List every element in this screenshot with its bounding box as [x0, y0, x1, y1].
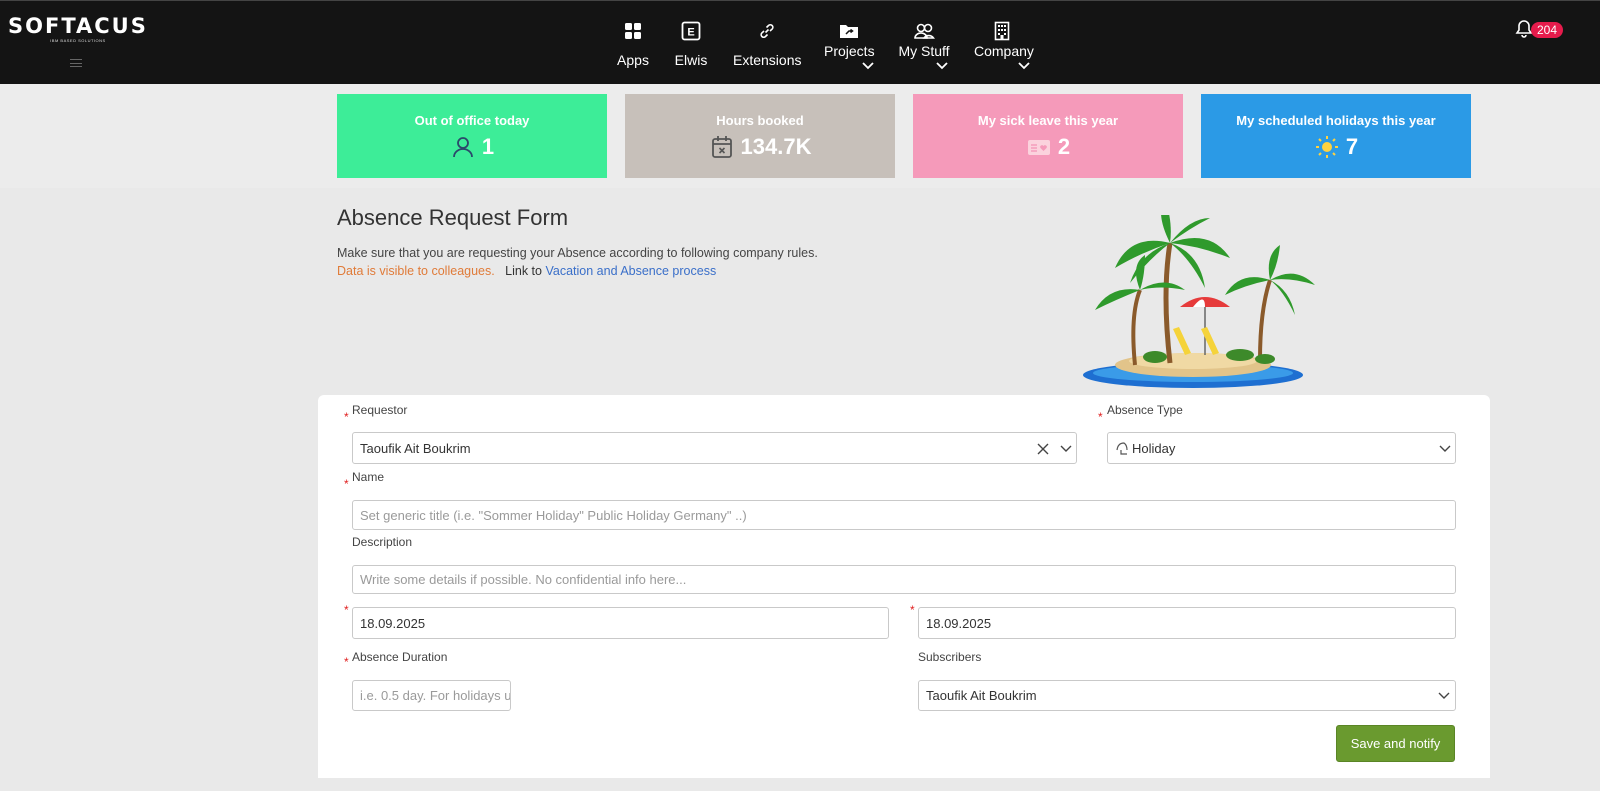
- nav-my-stuff[interactable]: My Stuff: [898, 1, 950, 85]
- absence-duration-label: Absence Duration: [352, 650, 448, 664]
- stat-value: 7: [1345, 134, 1359, 159]
- stat-card-sick-leave[interactable]: My sick leave this year 2: [913, 94, 1183, 178]
- requestor-label: Requestor: [352, 403, 408, 417]
- hamburger-menu-icon[interactable]: [70, 59, 82, 67]
- absence-type-label: Absence Type: [1107, 403, 1183, 417]
- requestor-select[interactable]: Taoufik Ait Boukrim: [352, 432, 1077, 464]
- nav-projects[interactable]: Projects: [824, 1, 875, 85]
- users-icon: [913, 20, 935, 42]
- vacation-process-link[interactable]: Vacation and Absence process: [545, 264, 716, 278]
- nav-company[interactable]: Company: [974, 1, 1034, 85]
- chevron-down-icon: [936, 62, 948, 70]
- name-label: Name: [352, 470, 385, 484]
- logo-tagline: IBM BASED SOLUTIONS: [50, 38, 106, 43]
- nav-label: My Stuff: [898, 43, 950, 59]
- name-input[interactable]: Set generic title (i.e. "Sommer Holiday"…: [352, 500, 1456, 530]
- clear-icon[interactable]: [1036, 442, 1050, 456]
- chevron-down-icon[interactable]: [1059, 442, 1073, 456]
- tropical-island-illustration: [1083, 215, 1315, 388]
- absence-type-value: Holiday: [1132, 440, 1176, 456]
- required-marker: *: [910, 603, 915, 617]
- chevron-down-icon: [1018, 62, 1030, 70]
- building-icon: [991, 20, 1013, 42]
- stat-card-hours-booked[interactable]: Hours booked 134.7K: [625, 94, 895, 178]
- description-input[interactable]: Write some details if possible. No confi…: [352, 565, 1456, 594]
- folder-icon: [838, 20, 860, 42]
- page-title: Absence Request Form: [337, 205, 569, 230]
- visibility-note: Data is visible to colleagues.: [337, 264, 495, 278]
- end-date-input[interactable]: 18.09.2025: [918, 607, 1456, 639]
- stat-value: 134.7K: [740, 134, 812, 159]
- sun-icon: [1314, 134, 1340, 160]
- notification-count-badge[interactable]: 204: [1531, 22, 1564, 38]
- start-date-input[interactable]: 18.09.2025: [352, 607, 889, 639]
- form-notes: Data is visible to colleagues. Link to V…: [337, 264, 716, 278]
- required-marker: *: [344, 410, 349, 424]
- sick-note-icon: [1026, 134, 1052, 160]
- subscribers-value: Taoufik Ait Boukrim: [926, 688, 1037, 703]
- subscribers-label: Subscribers: [918, 650, 982, 664]
- stat-title: Hours booked: [716, 113, 804, 128]
- form-description: Make sure that you are requesting your A…: [337, 246, 818, 260]
- link-prefix: Link to: [505, 264, 542, 278]
- nav-apps[interactable]: Apps: [612, 1, 654, 85]
- save-and-notify-button[interactable]: Save and notify: [1336, 725, 1455, 762]
- required-marker: *: [344, 655, 349, 669]
- person-icon: [450, 134, 476, 160]
- stat-value: 1: [481, 134, 495, 159]
- required-marker: *: [344, 477, 349, 491]
- required-marker: *: [344, 603, 349, 617]
- calendar-x-icon: [709, 134, 735, 160]
- nav-extensions[interactable]: Extensions: [733, 1, 801, 85]
- absence-type-select[interactable]: Holiday: [1107, 432, 1456, 464]
- link-icon: [756, 20, 778, 42]
- description-label: Description: [352, 535, 413, 549]
- softacus-logo[interactable]: SOFTACUS IBM BASED SOLUTIONS: [8, 15, 148, 43]
- logo-text: SOFTACUS: [8, 14, 148, 38]
- chevron-down-icon[interactable]: [1438, 442, 1452, 456]
- svg-text:E: E: [687, 27, 694, 39]
- nav-label: Company: [974, 43, 1034, 59]
- stat-card-scheduled-holidays[interactable]: My scheduled holidays this year 7: [1201, 94, 1471, 178]
- requestor-value: Taoufik Ait Boukrim: [360, 440, 471, 456]
- chevron-down-icon: [862, 62, 874, 70]
- stat-title: My sick leave this year: [977, 113, 1119, 128]
- elwis-e-icon: E: [680, 20, 702, 42]
- absence-duration-input[interactable]: i.e. 0.5 day. For holidays u: [352, 680, 511, 711]
- stat-title: Out of office today: [414, 113, 530, 128]
- stat-value: 2: [1057, 134, 1071, 159]
- stat-card-out-of-office[interactable]: Out of office today 1: [337, 94, 607, 178]
- nav-label: Apps: [617, 52, 649, 68]
- nav-label: Projects: [824, 43, 875, 59]
- holiday-umbrella-icon: [1116, 442, 1128, 455]
- nav-label: Elwis: [674, 52, 708, 68]
- apps-grid-icon: [622, 20, 644, 42]
- top-navigation-bar: SOFTACUS IBM BASED SOLUTIONS Apps E Elwi…: [0, 0, 1600, 84]
- chevron-down-icon[interactable]: [1437, 689, 1451, 703]
- required-marker: *: [1098, 410, 1103, 424]
- subscribers-select[interactable]: Taoufik Ait Boukrim: [918, 680, 1456, 711]
- nav-label: Extensions: [733, 52, 802, 68]
- nav-elwis[interactable]: E Elwis: [670, 1, 712, 85]
- stat-title: My scheduled holidays this year: [1236, 113, 1436, 128]
